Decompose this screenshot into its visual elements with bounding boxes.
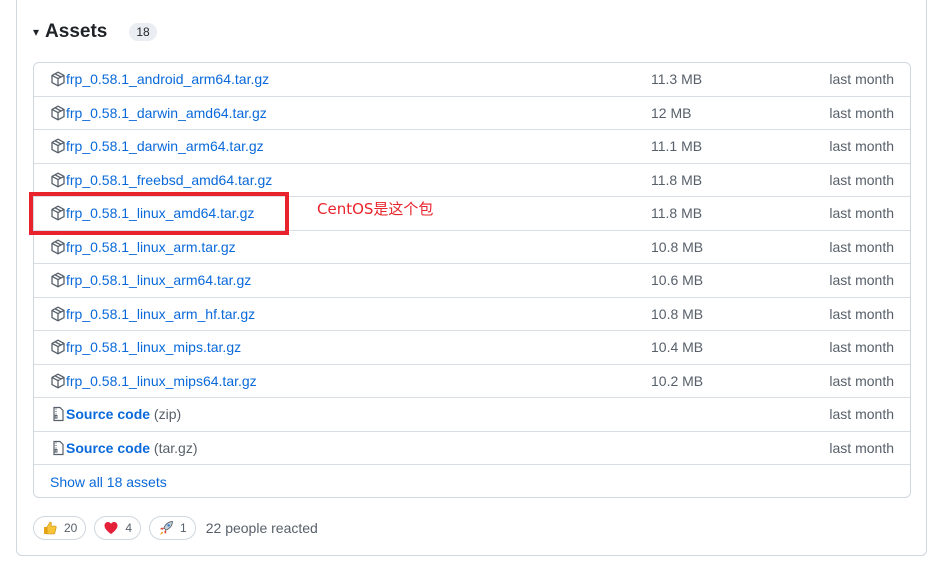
package-icon — [50, 71, 66, 87]
heart-icon — [103, 520, 119, 536]
file-zip-icon — [50, 440, 66, 456]
asset-row: frp_0.58.1_linux_mips64.tar.gz 10.2 MB l… — [34, 365, 910, 398]
asset-size: 10.4 MB — [651, 339, 704, 356]
assets-count-badge: 18 — [129, 23, 157, 41]
assets-list: frp_0.58.1_android_arm64.tar.gz 11.3 MB … — [33, 62, 911, 498]
asset-row: frp_0.58.1_linux_mips.tar.gz 10.4 MB las… — [34, 331, 910, 365]
asset-link[interactable]: frp_0.58.1_linux_mips.tar.gz — [66, 339, 241, 355]
asset-row: frp_0.58.1_linux_arm_hf.tar.gz 10.8 MB l… — [34, 298, 910, 331]
asset-date: last month — [829, 171, 894, 188]
asset-size: 10.2 MB — [651, 372, 704, 389]
source-row: Source code (zip) last month — [34, 398, 910, 432]
show-all-assets-link[interactable]: Show all 18 assets — [50, 474, 167, 490]
source-ext: (zip) — [153, 406, 182, 423]
asset-date: last month — [829, 372, 894, 389]
reaction-count: 20 — [64, 521, 78, 535]
source-label: Source code — [66, 406, 151, 423]
file-zip-icon — [50, 406, 66, 422]
show-all-row: Show all 18 assets — [34, 465, 910, 497]
caret-down-icon[interactable]: ▾ — [33, 25, 39, 39]
asset-date: last month — [829, 439, 894, 456]
asset-row: frp_0.58.1_darwin_arm64.tar.gz 11.1 MB l… — [34, 130, 910, 164]
asset-size: 12 MB — [651, 104, 692, 121]
asset-date: last month — [829, 238, 894, 255]
reaction-count: 1 — [180, 521, 187, 535]
asset-row: frp_0.58.1_linux_arm.tar.gz 10.8 MB last… — [34, 231, 910, 264]
asset-link[interactable]: frp_0.58.1_linux_arm64.tar.gz — [66, 272, 251, 288]
package-icon — [50, 373, 66, 389]
assets-heading[interactable]: Assets — [45, 21, 107, 43]
asset-date: last month — [829, 272, 894, 289]
package-icon — [50, 138, 66, 154]
asset-date: last month — [829, 71, 894, 88]
assets-summary[interactable]: ▾ Assets 18 — [33, 17, 157, 47]
reaction-heart[interactable]: 4 — [94, 516, 142, 540]
asset-date: last month — [829, 138, 894, 155]
asset-date: last month — [829, 406, 894, 423]
asset-link[interactable]: frp_0.58.1_freebsd_amd64.tar.gz — [66, 172, 272, 188]
reaction-count: 4 — [125, 521, 133, 535]
asset-row: frp_0.58.1_darwin_amd64.tar.gz 12 MB las… — [34, 97, 910, 130]
reaction-thumbs-up[interactable]: 20 — [33, 516, 87, 540]
asset-row: frp_0.58.1_linux_arm64.tar.gz 10.6 MB la… — [34, 264, 910, 298]
asset-size: 11.8 MB — [651, 205, 703, 222]
reactions-summary: 22 people reacted — [205, 520, 318, 536]
asset-link[interactable]: frp_0.58.1_linux_mips64.tar.gz — [66, 373, 257, 389]
asset-size: 11.3 MB — [651, 71, 703, 88]
source-ext: (tar.gz) — [153, 439, 198, 456]
asset-size: 10.8 MB — [651, 238, 704, 255]
source-link[interactable]: Source code (tar.gz) — [66, 440, 198, 456]
asset-date: last month — [829, 104, 894, 121]
asset-size: 11.8 MB — [651, 171, 703, 188]
asset-link[interactable]: frp_0.58.1_darwin_arm64.tar.gz — [66, 138, 264, 154]
source-label: Source code — [66, 439, 151, 456]
reactions-bar: 20 4 1 22 people reacted — [33, 516, 318, 540]
asset-size: 11.1 MB — [651, 138, 703, 155]
package-icon — [50, 272, 66, 288]
asset-date: last month — [829, 305, 894, 322]
asset-date: last month — [829, 339, 894, 356]
asset-link[interactable]: frp_0.58.1_linux_arm_hf.tar.gz — [66, 306, 255, 322]
reaction-rocket[interactable]: 1 — [149, 516, 196, 540]
asset-size: 10.6 MB — [651, 272, 704, 289]
package-icon — [50, 339, 66, 355]
asset-link[interactable]: frp_0.58.1_darwin_amd64.tar.gz — [66, 105, 267, 121]
thumbs-up-icon — [42, 520, 58, 536]
package-icon — [50, 239, 66, 255]
source-link[interactable]: Source code (zip) — [66, 406, 181, 422]
asset-row: frp_0.58.1_android_arm64.tar.gz 11.3 MB … — [34, 63, 910, 97]
asset-link[interactable]: frp_0.58.1_linux_arm.tar.gz — [66, 239, 236, 255]
highlight-box — [29, 192, 289, 235]
package-icon — [50, 105, 66, 121]
asset-link[interactable]: frp_0.58.1_android_arm64.tar.gz — [66, 71, 269, 87]
asset-date: last month — [829, 205, 894, 222]
source-row: Source code (tar.gz) last month — [34, 432, 910, 465]
package-icon — [50, 172, 66, 188]
annotation-text: CentOS是这个包 — [317, 200, 434, 218]
package-icon — [50, 306, 66, 322]
rocket-icon — [158, 520, 174, 536]
asset-size: 10.8 MB — [651, 305, 704, 322]
